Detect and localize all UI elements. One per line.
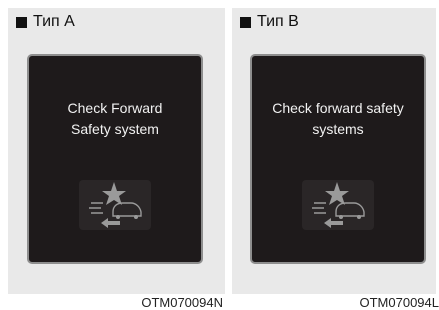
type-b-label-text: Тип B (257, 13, 299, 30)
type-b-display-screen: Check forward safety systems (250, 54, 426, 264)
type-a-image-code: OTM070094N (141, 295, 223, 310)
type-b-label: Тип B (240, 13, 299, 31)
type-b-warning-message: Check forward safety systems (252, 98, 424, 140)
forward-collision-warning-icon (79, 180, 151, 230)
type-b-panel: Тип B Check forward safety systems OTM07… (232, 8, 439, 310)
forward-collision-warning-icon (302, 180, 374, 230)
type-a-message-line-2: Safety system (71, 121, 159, 137)
type-a-message-line-1: Check Forward (67, 100, 163, 116)
type-a-panel: Тип A Check Forward Safety system OTM070… (8, 8, 225, 310)
type-b-message-line-1: Check forward safety (272, 100, 404, 116)
type-a-warning-message: Check Forward Safety system (29, 98, 201, 140)
type-b-image-code: OTM070094L (359, 295, 439, 310)
type-b-message-line-2: systems (312, 121, 364, 137)
square-bullet-icon (240, 16, 251, 28)
type-a-label-text: Тип A (33, 13, 75, 30)
square-bullet-icon (16, 16, 27, 28)
type-a-label: Тип A (16, 13, 75, 31)
type-a-display-screen: Check Forward Safety system (27, 54, 203, 264)
